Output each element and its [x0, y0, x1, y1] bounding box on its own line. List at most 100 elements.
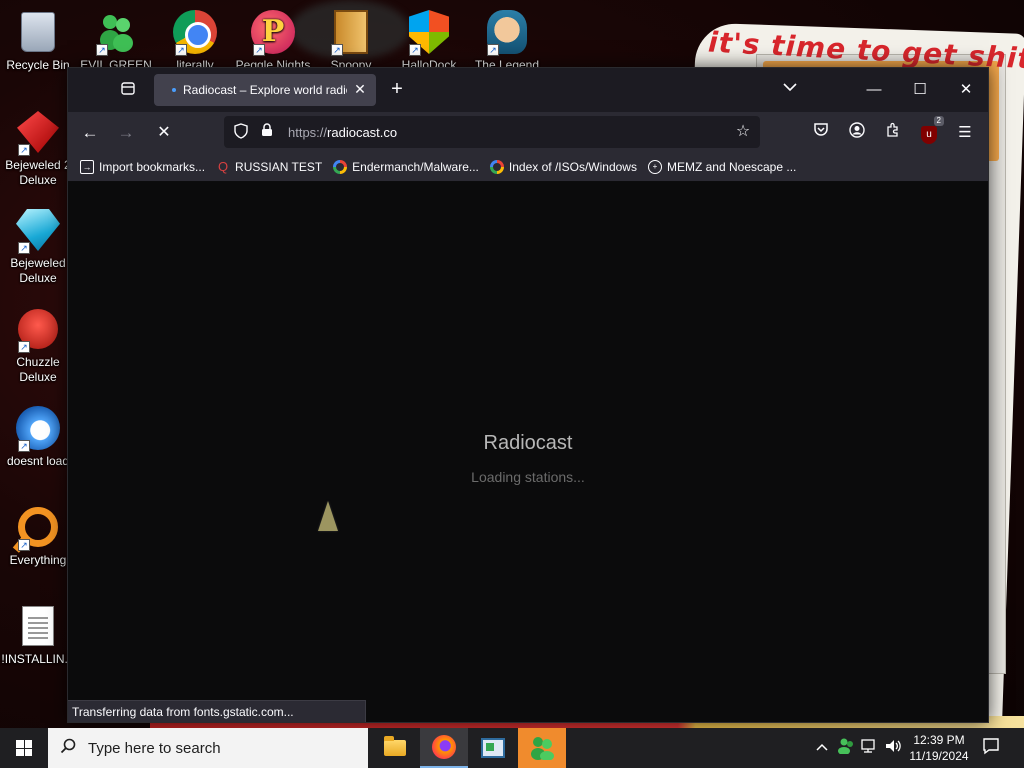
- account-icon: [849, 122, 865, 138]
- desktop-icon-evil-green[interactable]: ↗ EVIL GREEN: [78, 8, 154, 73]
- taskbar-search[interactable]: Type here to search: [48, 728, 368, 768]
- animated-cursor-icon: [318, 501, 338, 531]
- shortcut-arrow-icon: ↗: [18, 539, 30, 551]
- forward-button[interactable]: →: [114, 122, 138, 144]
- firefox-view-button[interactable]: [118, 80, 138, 100]
- stop-loading-button[interactable]: ✕: [152, 122, 176, 144]
- desktop-icon-label: Recycle Bin: [6, 58, 70, 72]
- url-text: https://radiocast.co: [288, 125, 397, 140]
- tracking-protection-icon[interactable]: [232, 123, 250, 141]
- taskbar: Type here to search 12:39 PM 11/19/2024: [0, 728, 1024, 768]
- bookmark-endermanch[interactable]: Endermanch/Malware...: [333, 156, 479, 178]
- recycle-bin-icon: [21, 12, 55, 52]
- notification-icon: [983, 738, 999, 755]
- text-file-icon: [22, 606, 54, 646]
- account-button[interactable]: [846, 122, 868, 144]
- desktop-icon-recycle-bin[interactable]: Recycle Bin: [0, 8, 76, 73]
- clock-date: 11/19/2024: [909, 749, 969, 763]
- new-tab-button[interactable]: +: [386, 79, 408, 101]
- list-all-tabs-button[interactable]: [780, 80, 800, 100]
- desktop-icon-label: Chuzzle Deluxe: [16, 355, 60, 384]
- lock-icon[interactable]: [258, 123, 276, 141]
- desktop-icon-label: Bejeweled Deluxe: [10, 256, 66, 285]
- pocket-button[interactable]: [810, 122, 832, 144]
- google-icon: [489, 159, 504, 174]
- volume-icon[interactable]: [884, 738, 904, 758]
- ublock-origin-button[interactable]: u 2: [918, 116, 944, 144]
- page-content: Radiocast Loading stations... Transferri…: [68, 182, 988, 722]
- shortcut-arrow-icon: ↗: [487, 44, 499, 56]
- desktop-icon-everything[interactable]: ↗ Everything: [0, 503, 76, 568]
- shortcut-arrow-icon: ↗: [18, 242, 30, 254]
- bookmark-russian-test[interactable]: Q RUSSIAN TEST: [216, 156, 322, 178]
- extensions-button[interactable]: [882, 122, 904, 144]
- desktop-icon-spoopy[interactable]: ↗ Spoopy: [313, 8, 389, 73]
- app-menu-button[interactable]: ☰: [954, 122, 976, 144]
- puzzle-icon: [887, 122, 898, 137]
- desktop-icon-bejeweled[interactable]: ↗ Bejeweled Deluxe: [0, 206, 76, 286]
- network-icon[interactable]: [860, 738, 880, 758]
- url-protocol: https://: [288, 124, 328, 140]
- tab-title: Radiocast – Explore world radio: [183, 83, 347, 97]
- shortcut-arrow-icon: ↗: [96, 44, 108, 56]
- system-clock[interactable]: 12:39 PM 11/19/2024: [906, 732, 972, 764]
- desktop-icon-label: Everything: [9, 553, 67, 567]
- taskbar-evil-green[interactable]: [518, 728, 566, 768]
- page-title: Radiocast: [483, 432, 573, 454]
- bookmark-label: MEMZ and Noescape ...: [666, 159, 797, 174]
- desktop-icon-installing[interactable]: !INSTALLIN...: [0, 602, 76, 667]
- minimize-button[interactable]: —: [851, 68, 897, 112]
- desktop-icon-bejeweled-2[interactable]: ↗ Bejeweled 2 Deluxe: [0, 108, 76, 188]
- url-host: radiocast.co: [327, 124, 398, 140]
- tab-radiocast[interactable]: Radiocast – Explore world radio ✕: [154, 74, 376, 106]
- tab-loading-icon: [172, 88, 176, 92]
- magnifier-icon: Q: [217, 159, 229, 174]
- bookmark-import[interactable]: → Import bookmarks...: [80, 156, 205, 178]
- show-hidden-icons-button[interactable]: [814, 739, 830, 754]
- bookmark-isos-windows[interactable]: Index of /ISOs/Windows: [489, 156, 637, 178]
- tab-bar: Radiocast – Explore world radio ✕ + — ☐ …: [68, 68, 988, 112]
- desktop-icon-label: doesnt load: [6, 454, 70, 468]
- action-center-button[interactable]: [980, 737, 1002, 759]
- pocket-icon: [814, 123, 828, 136]
- chevron-down-icon: [783, 83, 797, 92]
- desktop-icon-label: Bejeweled 2 Deluxe: [5, 158, 71, 187]
- desktop-icon-doesnt-load[interactable]: ↗ doesnt load: [0, 404, 76, 469]
- firefox-icon: [432, 735, 456, 759]
- start-button[interactable]: [0, 728, 48, 768]
- shortcut-arrow-icon: ↗: [18, 440, 30, 452]
- close-window-button[interactable]: ✕: [943, 68, 989, 112]
- back-button[interactable]: ←: [78, 122, 102, 144]
- address-bar[interactable]: https://radiocast.co ☆: [224, 116, 760, 148]
- import-icon: →: [80, 159, 94, 174]
- globe-icon: +: [647, 159, 662, 174]
- shortcut-arrow-icon: ↗: [409, 44, 421, 56]
- taskbar-app[interactable]: [469, 728, 517, 768]
- maximize-button[interactable]: ☐: [897, 68, 943, 112]
- shortcut-arrow-icon: ↗: [253, 44, 265, 56]
- desktop-icon-peggle-nights[interactable]: P ↗ Peggle Nights: [235, 8, 311, 73]
- desktop-icon-literally[interactable]: ↗ literally: [157, 8, 233, 73]
- desktop-icon-hallodock[interactable]: ↗ HalloDock: [391, 8, 467, 73]
- desktop-icon-the-legend[interactable]: ↗ The Legend: [469, 8, 545, 73]
- taskbar-file-explorer[interactable]: [371, 728, 419, 768]
- folder-icon: [384, 736, 406, 756]
- desktop-icon-chuzzle[interactable]: ↗ Chuzzle Deluxe: [0, 305, 76, 385]
- search-placeholder: Type here to search: [88, 739, 221, 757]
- firefox-view-icon: [121, 82, 135, 95]
- bookmark-memz[interactable]: + MEMZ and Noescape ...: [647, 156, 797, 178]
- bookmark-label: Endermanch/Malware...: [352, 159, 479, 174]
- tray-people-icon[interactable]: [836, 738, 856, 758]
- tab-close-button[interactable]: ✕: [352, 81, 368, 97]
- ublock-badge: 2: [933, 116, 944, 126]
- bookmark-label: Import bookmarks...: [99, 159, 206, 174]
- google-icon: [333, 159, 348, 174]
- bookmarks-toolbar: → Import bookmarks... Q RUSSIAN TEST End…: [68, 152, 988, 182]
- browser-window: Radiocast – Explore world radio ✕ + — ☐ …: [67, 67, 989, 723]
- taskbar-firefox[interactable]: [420, 728, 468, 768]
- bookmark-star-icon[interactable]: ☆: [734, 123, 752, 141]
- desktop-icon-label: !INSTALLIN...: [1, 652, 75, 666]
- windows-logo-icon: [16, 740, 32, 756]
- bookmark-label: RUSSIAN TEST: [235, 159, 323, 174]
- shortcut-arrow-icon: ↗: [18, 144, 30, 156]
